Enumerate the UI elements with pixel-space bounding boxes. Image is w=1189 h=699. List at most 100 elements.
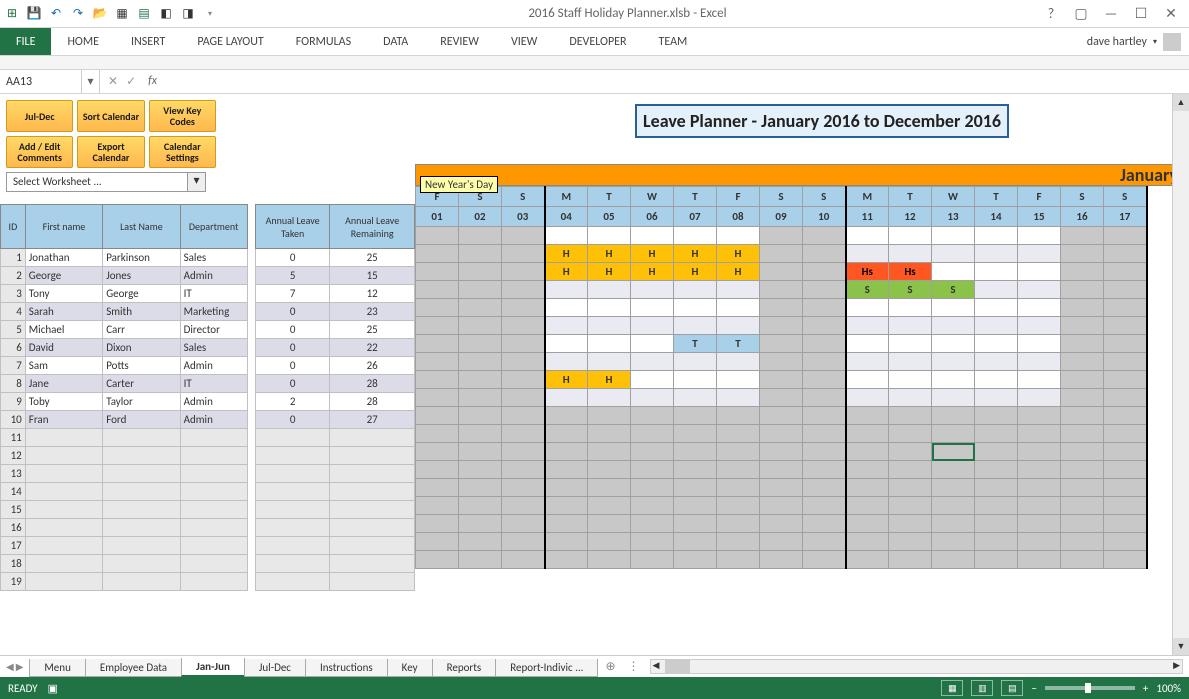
calendar-cell[interactable]: H [717,263,760,281]
calendar-row[interactable] [416,425,1147,443]
calendar-cell[interactable] [717,497,760,515]
formula-input[interactable] [169,70,1189,93]
calendar-cell[interactable] [760,425,803,443]
calendar-cell[interactable] [1018,299,1061,317]
calendar-cell[interactable] [889,425,932,443]
zoom-in-icon[interactable]: + [1143,682,1148,695]
table-row[interactable]: 10FranFordAdmin027 [1,411,415,429]
calendar-cell[interactable] [631,497,674,515]
calendar-cell[interactable] [932,533,975,551]
calendar-cell[interactable]: H [545,263,588,281]
calendar-cell[interactable] [975,497,1018,515]
calendar-cell[interactable] [932,479,975,497]
calendar-cell[interactable] [975,263,1018,281]
calendar-cell[interactable] [502,335,545,353]
calendar-cell[interactable] [1018,263,1061,281]
calendar-cell[interactable] [932,443,975,461]
calendar-cell[interactable] [803,479,846,497]
worksheet-dropdown-icon[interactable]: ▾ [187,173,205,191]
calendar-cell[interactable] [846,533,889,551]
calendar-cell[interactable] [674,461,717,479]
calendar-row[interactable] [416,317,1147,335]
table-row[interactable]: 4SarahSmithMarketing023 [1,303,415,321]
calendar-cell[interactable] [1104,461,1147,479]
calendar-cell[interactable] [1104,281,1147,299]
ribbon-tab-team[interactable]: TEAM [643,28,704,55]
table-row[interactable]: 15 [1,501,415,519]
calendar-row[interactable] [416,389,1147,407]
calendar-cell[interactable] [1061,227,1104,245]
redo-icon[interactable]: ↷ [70,6,86,22]
calendar-cell[interactable] [975,353,1018,371]
macro-btn-settings[interactable]: Calendar Settings [149,136,216,168]
calendar-cell[interactable] [889,443,932,461]
calendar-cell[interactable] [803,227,846,245]
calendar-cell[interactable] [545,515,588,533]
calendar-cell[interactable] [459,497,502,515]
calendar-cell[interactable] [760,245,803,263]
calendar-cell[interactable] [932,425,975,443]
calendar-cell[interactable] [1104,299,1147,317]
calendar-row[interactable] [416,515,1147,533]
worksheet-select[interactable]: Select Worksheet ... ▾ [6,172,206,192]
calendar-cell[interactable] [1061,353,1104,371]
calendar-cell[interactable] [1104,317,1147,335]
qat-dropdown-icon[interactable]: ▾ [202,6,218,22]
calendar-cell[interactable] [846,425,889,443]
ribbon-tab-home[interactable]: HOME [51,28,115,55]
calendar-cell[interactable] [717,551,760,569]
table-row[interactable]: 14 [1,483,415,501]
calendar-cell[interactable] [459,299,502,317]
calendar-cell[interactable] [416,371,459,389]
calendar-row[interactable]: HH [416,371,1147,389]
calendar-cell[interactable] [631,461,674,479]
calendar-cell[interactable] [932,353,975,371]
calendar-cell[interactable] [932,371,975,389]
table-row[interactable]: 6DavidDixonSales022 [1,339,415,357]
calendar-cell[interactable] [717,353,760,371]
calendar-row[interactable] [416,461,1147,479]
close-icon[interactable]: ✕ [1161,4,1181,24]
calendar-cell[interactable] [803,407,846,425]
calendar-cell[interactable] [1061,317,1104,335]
calendar-cell[interactable] [459,533,502,551]
calendar-cell[interactable]: Hs [889,263,932,281]
calendar-cell[interactable] [545,461,588,479]
calendar-cell[interactable] [846,461,889,479]
calendar-cell[interactable] [889,227,932,245]
macro-btn-sort[interactable]: Sort Calendar [77,100,144,132]
calendar-row[interactable] [416,479,1147,497]
calendar-cell[interactable] [760,353,803,371]
calendar-row[interactable]: HHHHH [416,245,1147,263]
calendar-cell[interactable] [932,245,975,263]
calendar-cell[interactable]: S [932,281,975,299]
sheet-tab[interactable]: Menu [29,659,85,677]
calendar-cell[interactable]: S [846,281,889,299]
calendar-cell[interactable] [1018,551,1061,569]
calendar-cell[interactable] [674,371,717,389]
calendar-cell[interactable] [545,281,588,299]
macro-btn-keycodes[interactable]: View Key Codes [149,100,216,132]
calendar-cell[interactable] [932,335,975,353]
calendar-cell[interactable] [889,533,932,551]
table-row[interactable]: 11 [1,429,415,447]
vertical-scrollbar[interactable]: ▲ ▼ [1172,94,1189,655]
zoom-level[interactable]: 100% [1156,682,1181,695]
cancel-formula-icon[interactable]: ✕ [108,74,118,89]
calendar-cell[interactable] [760,317,803,335]
horizontal-scrollbar[interactable]: ◀ ▶ [650,659,1184,674]
calendar-cell[interactable] [588,335,631,353]
calendar-cell[interactable] [631,407,674,425]
calendar-cell[interactable]: Hs [846,263,889,281]
calendar-row[interactable] [416,551,1147,569]
calendar-cell[interactable] [545,551,588,569]
calendar-cell[interactable] [459,461,502,479]
calendar-row[interactable] [416,443,1147,461]
calendar-cell[interactable] [674,227,717,245]
calendar-cell[interactable] [1018,479,1061,497]
calendar-cell[interactable] [1061,389,1104,407]
calendar-cell[interactable] [416,407,459,425]
calendar-cell[interactable] [416,389,459,407]
calendar-cell[interactable] [889,317,932,335]
scroll-up-icon[interactable]: ▲ [1173,94,1189,111]
